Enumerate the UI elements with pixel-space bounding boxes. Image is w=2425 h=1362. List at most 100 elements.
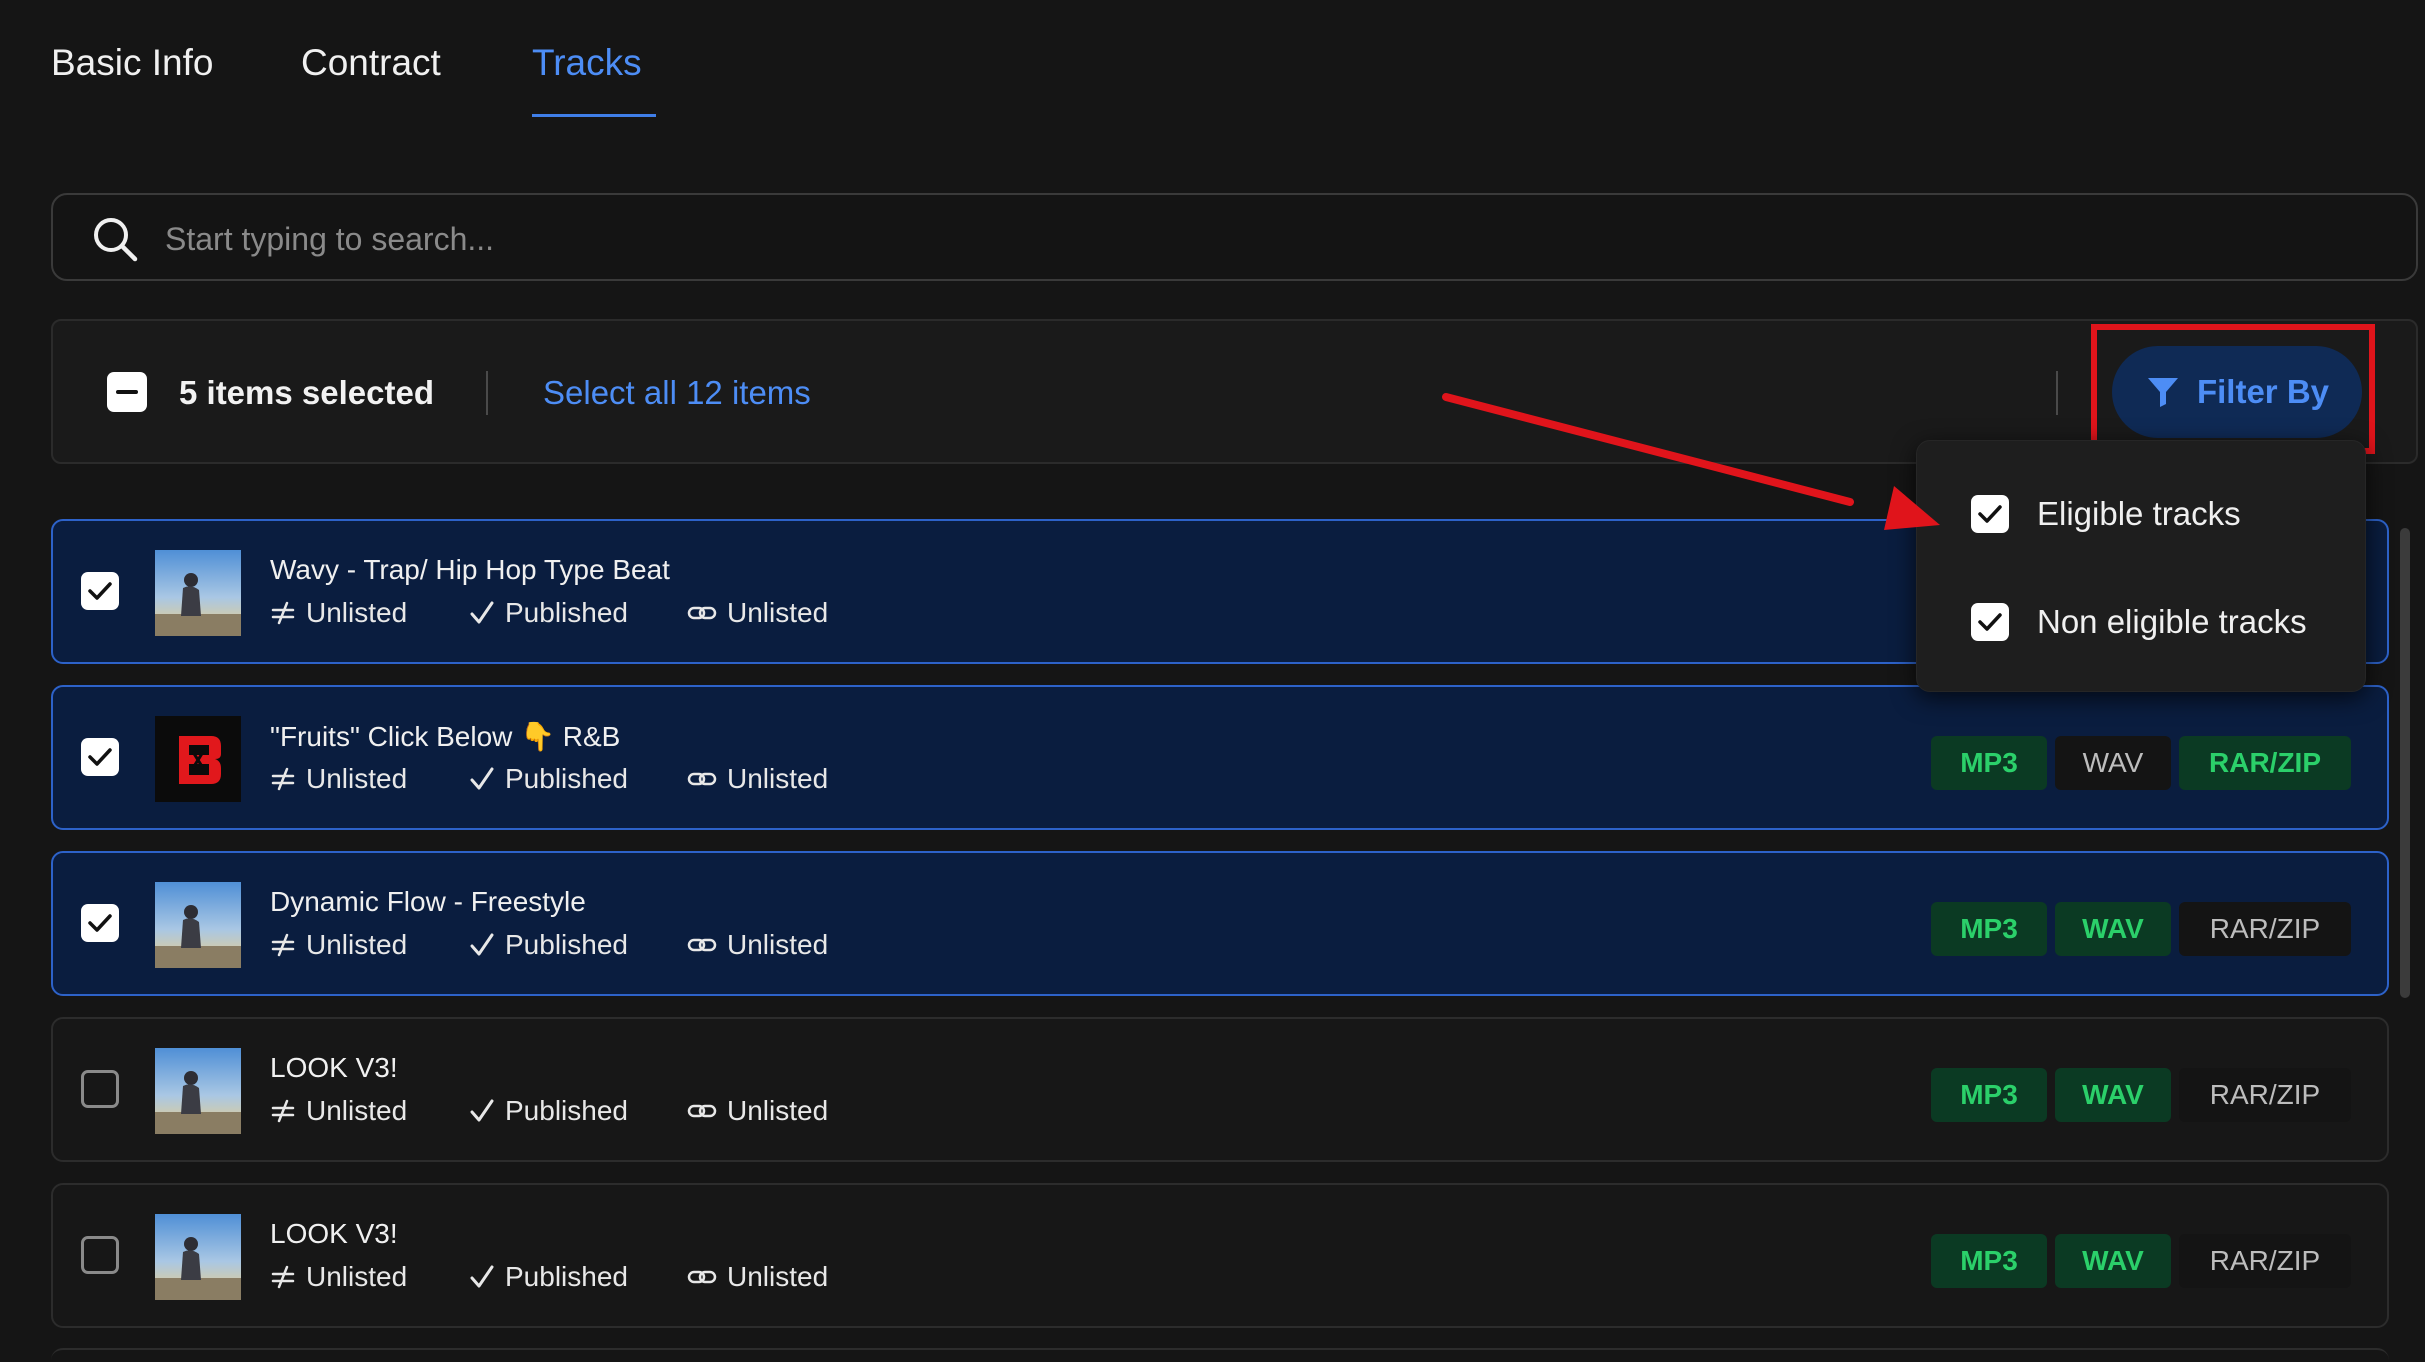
status-label: Published	[505, 1261, 628, 1292]
format-badge-rar-zip[interactable]: RAR/ZIP	[2179, 902, 2351, 956]
link-icon	[687, 938, 717, 952]
selected-count: 5 items selected	[179, 374, 434, 411]
format-badge-rar-zip[interactable]: RAR/ZIP	[2179, 1068, 2351, 1122]
track-checkbox-checked[interactable]	[81, 904, 119, 942]
checkmark-icon	[470, 1265, 494, 1288]
format-badges: MP3 WAV RAR/ZIP	[1931, 1234, 2351, 1288]
filter-dropdown: Eligible tracks Non eligible tracks	[1916, 440, 2366, 692]
track-link-visibility: Unlisted	[687, 597, 828, 629]
checkmark-icon	[88, 914, 112, 932]
status-label: Published	[505, 597, 628, 628]
track-row-partial	[51, 1348, 2389, 1362]
track-status: Published	[469, 763, 628, 795]
track-visibility: Unlisted	[270, 929, 407, 961]
select-all-checkbox[interactable]	[107, 372, 147, 412]
format-badge-mp3[interactable]: MP3	[1931, 902, 2047, 956]
checkmark-icon	[1978, 505, 2002, 523]
visibility-label: Unlisted	[306, 763, 408, 794]
track-visibility: Unlisted	[270, 1261, 407, 1293]
link-label: Unlisted	[727, 1261, 829, 1292]
link-icon	[687, 1104, 717, 1118]
track-artwork	[155, 716, 241, 802]
track-artwork	[155, 882, 241, 968]
visibility-label: Unlisted	[306, 1261, 408, 1292]
checkmark-icon	[470, 767, 494, 790]
track-link-visibility: Unlisted	[687, 1261, 828, 1293]
checkmark-icon	[470, 1099, 494, 1122]
track-status: Published	[469, 1095, 628, 1127]
format-badge-wav[interactable]: WAV	[2055, 1068, 2171, 1122]
format-badge-mp3[interactable]: MP3	[1931, 1234, 2047, 1288]
not-equal-icon	[271, 933, 295, 957]
link-label: Unlisted	[727, 929, 829, 960]
list-scrollbar[interactable]	[2400, 528, 2410, 998]
format-badges: MP3 WAV RAR/ZIP	[1931, 1068, 2351, 1122]
status-label: Published	[505, 763, 628, 794]
checkmark-icon	[470, 933, 494, 956]
track-checkbox-checked[interactable]	[81, 572, 119, 610]
track-artwork	[155, 1214, 241, 1300]
format-badges: MP3 WAV RAR/ZIP	[1931, 902, 2351, 956]
search-bar	[51, 193, 2418, 281]
track-visibility: Unlisted	[270, 1095, 407, 1127]
divider	[2056, 371, 2058, 415]
track-link-visibility: Unlisted	[687, 1095, 828, 1127]
format-badge-wav[interactable]: WAV	[2055, 902, 2171, 956]
track-artwork	[155, 550, 241, 636]
active-tab-indicator	[532, 114, 656, 117]
not-equal-icon	[271, 1265, 295, 1289]
filter-option-label: Non eligible tracks	[2037, 603, 2307, 640]
format-badge-mp3[interactable]: MP3	[1931, 736, 2047, 790]
search-icon	[94, 218, 138, 262]
track-status: Published	[469, 1261, 628, 1293]
checkmark-icon	[88, 582, 112, 600]
checkbox-checked[interactable]	[1971, 495, 2009, 533]
track-status: Published	[469, 929, 628, 961]
track-title: Wavy - Trap/ Hip Hop Type Beat	[270, 554, 670, 585]
track-title: Dynamic Flow - Freestyle	[270, 886, 586, 917]
track-status: Published	[469, 597, 628, 629]
filter-option-eligible[interactable]: Eligible tracks	[1971, 489, 2241, 539]
link-icon	[687, 1270, 717, 1284]
checkbox-checked[interactable]	[1971, 603, 2009, 641]
tab-basic-info[interactable]: Basic Info	[51, 42, 213, 84]
not-equal-icon	[271, 767, 295, 791]
format-badge-wav[interactable]: WAV	[2055, 1234, 2171, 1288]
status-label: Published	[505, 929, 628, 960]
track-row[interactable]: LOOK V3! Unlisted Published Unlisted MP3…	[51, 1017, 2389, 1162]
track-title: "Fruits" Click Below 👇 R&B	[270, 721, 621, 752]
divider	[486, 371, 488, 415]
not-equal-icon	[271, 601, 295, 625]
track-title: LOOK V3!	[270, 1218, 398, 1249]
filter-option-non-eligible[interactable]: Non eligible tracks	[1971, 597, 2307, 647]
track-title: LOOK V3!	[270, 1052, 398, 1083]
track-row[interactable]: Dynamic Flow - Freestyle Unlisted Publis…	[51, 851, 2389, 996]
track-artwork	[155, 1048, 241, 1134]
not-equal-icon	[271, 1099, 295, 1123]
track-checkbox-unchecked[interactable]	[81, 1070, 119, 1108]
track-checkbox-unchecked[interactable]	[81, 1236, 119, 1274]
tab-tracks[interactable]: Tracks	[532, 42, 642, 84]
track-row[interactable]: LOOK V3! Unlisted Published Unlisted MP3…	[51, 1183, 2389, 1328]
format-badge-wav[interactable]: WAV	[2055, 736, 2171, 790]
checkmark-icon	[470, 601, 494, 624]
search-input[interactable]	[163, 213, 2367, 265]
format-badge-rar-zip[interactable]: RAR/ZIP	[2179, 1234, 2351, 1288]
link-icon	[687, 772, 717, 786]
select-all-link[interactable]: Select all 12 items	[543, 374, 811, 412]
format-badge-mp3[interactable]: MP3	[1931, 1068, 2047, 1122]
track-row[interactable]: "Fruits" Click Below 👇 R&B Unlisted Publ…	[51, 685, 2389, 830]
filter-option-label: Eligible tracks	[2037, 495, 2241, 532]
track-link-visibility: Unlisted	[687, 763, 828, 795]
visibility-label: Unlisted	[306, 1095, 408, 1126]
track-visibility: Unlisted	[270, 597, 407, 629]
status-label: Published	[505, 1095, 628, 1126]
visibility-label: Unlisted	[306, 597, 408, 628]
link-label: Unlisted	[727, 1095, 829, 1126]
track-checkbox-checked[interactable]	[81, 738, 119, 776]
format-badge-rar-zip[interactable]: RAR/ZIP	[2179, 736, 2351, 790]
tab-contract[interactable]: Contract	[301, 42, 441, 84]
link-label: Unlisted	[727, 763, 829, 794]
track-link-visibility: Unlisted	[687, 929, 828, 961]
link-icon	[687, 606, 717, 620]
